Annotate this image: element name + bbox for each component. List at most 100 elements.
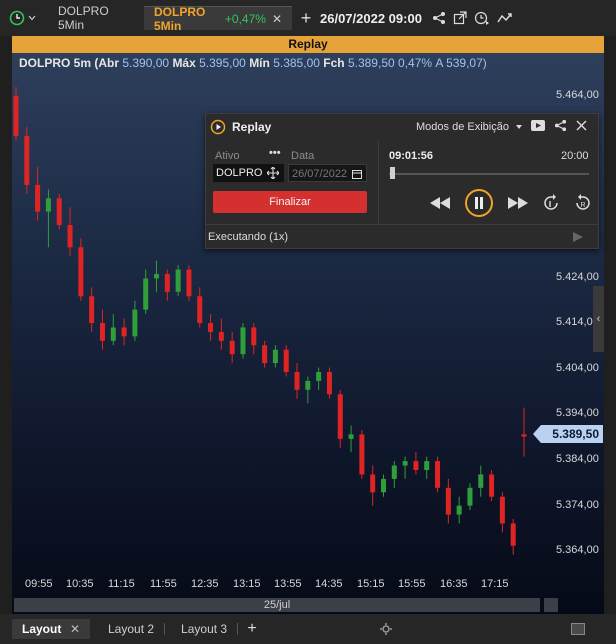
datetime-display: 26/07/2022 09:00 xyxy=(320,10,422,26)
date-scrollbar[interactable]: 25/jul xyxy=(14,598,540,612)
tab-label: DOLPRO 5Min xyxy=(154,4,206,33)
candle-body xyxy=(348,434,354,439)
date-field[interactable]: 26/07/2022 xyxy=(288,164,367,182)
date-value: 26/07/2022 xyxy=(292,168,348,180)
candle xyxy=(370,465,376,506)
y-tick-label: 5.464,00 xyxy=(556,89,599,101)
settings-icon[interactable] xyxy=(380,623,392,635)
chevron-down-icon xyxy=(28,15,35,21)
display-modes-dropdown[interactable]: Modos de Exibição xyxy=(416,121,523,133)
asset-field[interactable]: DOLPRO xyxy=(213,164,284,182)
tab-layout-3[interactable]: Layout 3 xyxy=(171,619,237,639)
replay-status: Executando (1x) xyxy=(208,231,289,243)
tab-layout-2[interactable]: Layout 2 xyxy=(98,619,164,639)
candle-body xyxy=(391,465,397,479)
finalize-button[interactable]: Finalizar xyxy=(213,191,367,213)
tab-dolpro-5min-active[interactable]: DOLPRO 5Min +0,47% ✕ xyxy=(144,4,292,33)
fast-forward-icon[interactable] xyxy=(508,197,528,209)
video-icon[interactable] xyxy=(531,120,545,131)
quote-close-label: Fch xyxy=(323,56,345,70)
replay-banner: Replay xyxy=(12,36,604,53)
panel-divider xyxy=(206,224,598,225)
candle-body xyxy=(67,225,73,248)
close-icon[interactable]: ✕ xyxy=(70,619,80,639)
candle xyxy=(99,309,105,350)
side-panel-handle[interactable]: ‹ xyxy=(593,286,604,352)
x-tick-label: 12:35 xyxy=(191,578,219,590)
calendar-icon[interactable] xyxy=(352,169,362,179)
candle-body xyxy=(380,478,386,493)
x-tick-label: 14:35 xyxy=(315,578,343,590)
candle xyxy=(499,492,505,533)
tab-label: DOLPRO 5Min xyxy=(58,4,109,32)
scrollbar-end[interactable] xyxy=(544,598,558,612)
candle xyxy=(240,323,246,359)
share-icon[interactable] xyxy=(554,119,567,132)
candle xyxy=(359,429,365,479)
replay-progress-thumb[interactable] xyxy=(390,167,395,179)
y-tick-label: 5.374,00 xyxy=(556,499,599,511)
candle-body xyxy=(121,327,127,337)
quote-amplitude: A 539,07) xyxy=(435,56,487,70)
replay-clock-button[interactable] xyxy=(0,0,44,36)
candle xyxy=(45,189,51,248)
close-icon[interactable] xyxy=(576,120,587,131)
tab-layout-1[interactable]: Layout 1 ✕ xyxy=(12,619,90,644)
indicator-icon[interactable] xyxy=(497,11,513,25)
candle-body xyxy=(456,505,462,515)
replay-progress-track[interactable] xyxy=(389,173,589,175)
more-icon[interactable]: ••• xyxy=(269,147,281,159)
date-label: Data xyxy=(291,150,315,162)
popout-icon[interactable] xyxy=(453,11,467,25)
candle xyxy=(445,478,451,524)
candle-body xyxy=(478,474,484,488)
candle xyxy=(218,318,224,350)
share-icon[interactable] xyxy=(432,11,446,25)
play-icon[interactable] xyxy=(573,232,583,242)
replay-icon xyxy=(210,119,226,135)
candle xyxy=(316,367,322,390)
add-tab-button[interactable]: + xyxy=(298,8,314,29)
step-back-icon[interactable] xyxy=(542,194,560,212)
rewind-icon[interactable] xyxy=(430,197,450,209)
move-icon xyxy=(267,167,279,179)
restart-icon[interactable]: R xyxy=(574,194,592,212)
candle-body xyxy=(218,331,224,341)
candle-body xyxy=(251,327,257,346)
candle xyxy=(456,496,462,524)
candle-body xyxy=(229,340,235,355)
x-tick-label: 11:55 xyxy=(150,578,177,590)
candle-body xyxy=(316,372,322,381)
layout-window-icon[interactable] xyxy=(571,623,585,635)
history-icon[interactable] xyxy=(474,11,490,25)
candle xyxy=(56,193,62,230)
candle-body xyxy=(445,487,451,515)
asset-value: DOLPRO xyxy=(216,167,263,179)
candle xyxy=(154,260,160,292)
pause-icon[interactable] xyxy=(464,188,494,218)
toolbar-icons xyxy=(432,11,513,25)
end-time: 20:00 xyxy=(561,150,589,162)
x-tick-label: 16:35 xyxy=(440,578,468,590)
svg-text:R: R xyxy=(580,202,585,209)
current-time: 09:01:56 xyxy=(389,150,434,162)
add-layout-button[interactable]: + xyxy=(244,620,260,638)
candle xyxy=(13,86,19,141)
x-tick-label: 09:55 xyxy=(25,578,53,590)
candle-body xyxy=(175,269,181,292)
y-tick-label: 5.404,00 xyxy=(556,362,599,374)
candle xyxy=(435,456,441,493)
replay-panel: Replay Modos de Exibição Ativo ••• Data … xyxy=(205,113,599,249)
candle-body xyxy=(24,135,30,185)
candle-body xyxy=(337,394,343,439)
candle-body xyxy=(499,496,505,524)
candle xyxy=(489,470,495,502)
quote-header: DOLPRO 5m (Abr 5.390,00 Máx 5.395,00 Mín… xyxy=(19,56,487,70)
tab-dolpro-5min[interactable]: DOLPRO 5Min xyxy=(48,4,140,32)
candle-body xyxy=(13,95,19,136)
candle xyxy=(283,345,289,377)
x-tick-label: 15:55 xyxy=(398,578,426,590)
tab-close-icon[interactable]: ✕ xyxy=(272,12,282,26)
panel-divider xyxy=(378,142,379,224)
candle-body xyxy=(197,296,203,323)
